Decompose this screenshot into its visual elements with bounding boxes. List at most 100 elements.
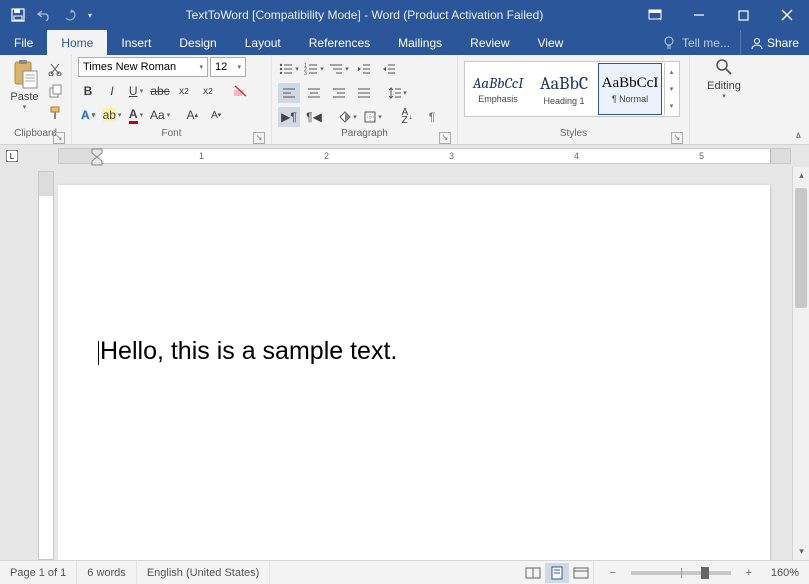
bold-button[interactable]: B [78, 81, 98, 101]
bullets-button[interactable] [278, 59, 300, 79]
undo-icon[interactable] [32, 3, 56, 27]
grow-font-button[interactable]: A▴ [182, 105, 202, 125]
status-language[interactable]: English (United States) [137, 561, 271, 584]
share-button[interactable]: Share [740, 30, 809, 55]
status-word-count[interactable]: 6 words [77, 561, 137, 584]
clipboard-launcher-icon[interactable]: ↘ [53, 132, 65, 144]
paste-button[interactable] [11, 59, 39, 89]
close-icon[interactable] [765, 0, 809, 30]
increase-indent-button[interactable] [378, 59, 400, 79]
zoom-out-icon[interactable]: − [601, 563, 625, 583]
indent-markers-icon[interactable] [91, 148, 105, 166]
zoom-level[interactable]: 160% [761, 567, 809, 579]
sort-button[interactable]: AZ↓ [396, 107, 418, 127]
ribbon-tabs: File Home Insert Design Layout Reference… [0, 30, 809, 55]
paste-dropdown-icon[interactable]: ▾ [23, 103, 27, 111]
paragraph-launcher-icon[interactable]: ↘ [439, 132, 451, 144]
zoom-in-icon[interactable]: + [737, 563, 761, 583]
save-icon[interactable] [6, 3, 30, 27]
document-body[interactable]: Hello, this is a sample text. [98, 337, 730, 366]
highlight-button[interactable]: ab [102, 105, 122, 125]
scroll-track[interactable] [793, 184, 809, 543]
document-area: Hello, this is a sample text. ▴ ▾ [0, 167, 809, 560]
copy-icon[interactable] [45, 81, 65, 101]
align-center-button[interactable] [303, 83, 325, 103]
align-right-button[interactable] [328, 83, 350, 103]
share-label: Share [767, 36, 799, 50]
scroll-up-icon[interactable]: ▴ [793, 167, 809, 184]
line-spacing-button[interactable] [387, 83, 409, 103]
cut-icon[interactable] [45, 59, 65, 79]
styles-expand-icon[interactable]: ▾ [665, 98, 678, 115]
paste-label[interactable]: Paste [10, 91, 38, 103]
numbering-button[interactable]: 123 [303, 59, 325, 79]
clear-formatting-icon[interactable] [232, 81, 252, 101]
ruler-mark: 2 [324, 151, 329, 161]
style-sample: AaBbC [540, 73, 588, 94]
redo-icon[interactable] [58, 3, 82, 27]
rtl-direction-button[interactable]: ¶◀ [303, 107, 325, 127]
group-editing: Editing ▾ [690, 55, 809, 144]
tab-references[interactable]: References [295, 30, 384, 55]
text-effects-button[interactable]: A [78, 105, 98, 125]
ruler-mark: 3 [449, 151, 454, 161]
borders-button[interactable] [362, 107, 384, 127]
multilevel-list-button[interactable] [328, 59, 350, 79]
status-page[interactable]: Page 1 of 1 [0, 561, 77, 584]
ltr-direction-button[interactable]: ▶¶ [278, 107, 300, 127]
font-size-combo[interactable]: 12▾ [210, 57, 246, 77]
minimize-icon[interactable] [677, 0, 721, 30]
subscript-button[interactable]: x2 [174, 81, 194, 101]
style-name: Heading 1 [543, 96, 584, 106]
font-launcher-icon[interactable]: ↘ [253, 132, 265, 144]
tab-view[interactable]: View [524, 30, 578, 55]
tab-file[interactable]: File [0, 30, 47, 55]
style-emphasis[interactable]: AaBbCcI Emphasis [466, 63, 530, 115]
decrease-indent-button[interactable] [353, 59, 375, 79]
tab-insert[interactable]: Insert [107, 30, 165, 55]
style-heading-1[interactable]: AaBbC Heading 1 [532, 63, 596, 115]
read-mode-icon[interactable] [521, 563, 545, 583]
tab-design[interactable]: Design [165, 30, 230, 55]
style-normal[interactable]: AaBbCcI ¶ Normal [598, 63, 662, 115]
tab-layout[interactable]: Layout [231, 30, 295, 55]
justify-button[interactable] [353, 83, 375, 103]
superscript-button[interactable]: x2 [198, 81, 218, 101]
zoom-slider[interactable] [631, 571, 731, 575]
tab-mailings[interactable]: Mailings [384, 30, 456, 55]
vertical-ruler[interactable] [38, 171, 54, 560]
horizontal-ruler[interactable]: 1 2 3 4 5 [58, 148, 791, 164]
styles-row-down-icon[interactable]: ▾ [665, 80, 678, 97]
tell-me-search[interactable]: Tell me... [652, 30, 740, 55]
format-painter-icon[interactable] [45, 103, 65, 123]
styles-row-up-icon[interactable]: ▴ [665, 63, 678, 80]
web-layout-icon[interactable] [569, 563, 593, 583]
editing-button[interactable]: Editing ▾ [696, 57, 752, 100]
align-left-button[interactable] [278, 83, 300, 103]
shading-button[interactable] [337, 107, 359, 127]
scroll-down-icon[interactable]: ▾ [793, 543, 809, 560]
tab-review[interactable]: Review [456, 30, 523, 55]
change-case-button[interactable]: Aa [150, 105, 170, 125]
qat-customize-icon[interactable]: ▾ [84, 3, 96, 27]
zoom-slider-knob[interactable] [701, 567, 709, 579]
shrink-font-button[interactable]: A▾ [206, 105, 226, 125]
maximize-icon[interactable] [721, 0, 765, 30]
page-viewport[interactable]: Hello, this is a sample text. [58, 167, 792, 560]
tab-selector[interactable]: L [6, 150, 18, 162]
font-name-combo[interactable]: Times New Roman▾ [78, 57, 208, 77]
show-paragraph-marks-button[interactable]: ¶ [421, 107, 443, 127]
italic-button[interactable]: I [102, 81, 122, 101]
quick-access-toolbar: ▾ [0, 3, 96, 27]
underline-button[interactable]: U [126, 81, 146, 101]
tab-home[interactable]: Home [47, 30, 107, 55]
paragraph-group-label: Paragraph [341, 128, 388, 139]
font-color-button[interactable]: A [126, 105, 146, 125]
vertical-scrollbar: ▴ ▾ [792, 167, 809, 560]
print-layout-icon[interactable] [545, 563, 569, 583]
collapse-ribbon-icon[interactable]: ㅿ [794, 127, 803, 142]
scroll-thumb[interactable] [795, 188, 807, 308]
ribbon-display-options-icon[interactable] [633, 0, 677, 30]
strikethrough-button[interactable]: abc [150, 81, 170, 101]
styles-launcher-icon[interactable]: ↘ [671, 132, 683, 144]
